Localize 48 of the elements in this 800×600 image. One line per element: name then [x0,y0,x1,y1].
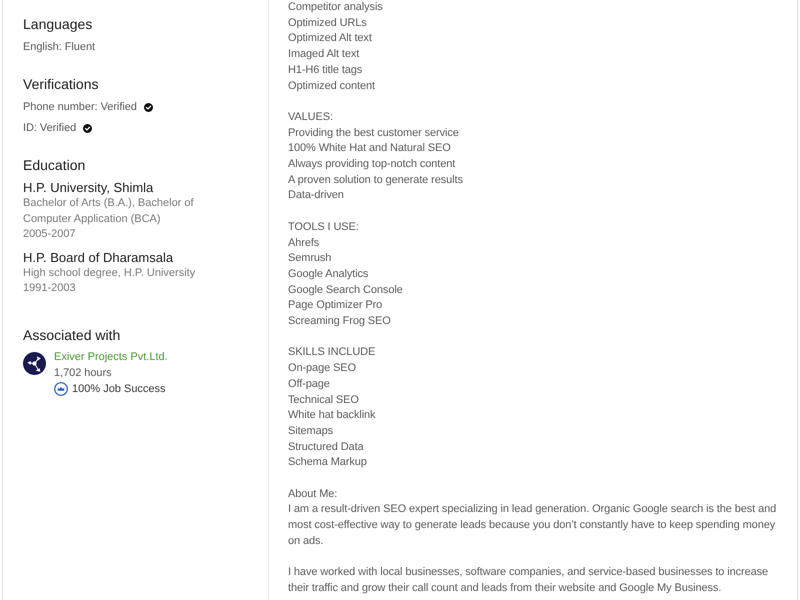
school-name: H.P. University, Shimla [23,179,154,196]
description-line: Google Search Console [288,282,404,298]
verification-text: ID: Verified [23,121,76,136]
section-title: Education [23,156,86,175]
description-line: Screaming Frog SEO [288,314,392,330]
description-line: Ahrefs [288,236,320,251]
description-line: Off-page [288,376,331,392]
description-line: Structured Data [288,440,365,455]
school-name: H.P. Board of Dharamsala [23,248,174,266]
hours-text: 1,702 hours [54,366,113,381]
description-line: Sitemaps [288,424,334,439]
verification-text: Phone number: Verified [23,100,137,115]
description-line: H1-H6 title tags [288,62,364,78]
paragraph-text: I have worked with local businesses, software companies, and service-based businesses to increase their traffic and grow their call count and leads from their website and Google My Business. [288,565,770,596]
description-line: A proven solution to generate results [288,172,464,188]
section-title: Verifications [23,75,100,94]
section-heading: VALUES: [288,110,334,125]
degree-text: Bachelor of Arts (B.A.), Bachelor of Computer Application (BCA) [23,196,195,227]
section-heading: SKILLS INCLUDE [288,345,376,360]
description-line: Imaged Alt text [288,47,360,62]
section-title: Associated with [23,326,122,345]
description-line: Google Analytics [288,266,370,282]
description-line: Optimized content [288,78,376,94]
description-line: On-page SEO [288,361,357,376]
section-heading: TOOLS I USE: [288,220,360,235]
description-line: Competitor analysis [288,0,384,15]
description-line: Providing the best customer service [288,126,460,141]
description-line: 100% White Hat and Natural SEO [288,141,452,156]
degree-text: High school degree, H.P. University [23,266,196,281]
language-text: English: Fluent [23,40,96,55]
description-line: Data-driven [288,188,345,204]
description-line: Always providing top-notch content [288,157,456,172]
description-line: Technical SEO [288,392,360,408]
section-heading: About Me: [288,486,338,502]
section-title: Languages [23,15,94,34]
description-line: Page Optimizer Pro [288,298,384,314]
years-text: 1991-2003 [23,281,77,296]
crown-badge-icon [54,382,68,396]
company-logo-icon [23,352,46,375]
description-line: Optimized Alt text [288,31,373,46]
job-success-text: 100% Job Success [72,382,166,397]
paragraph-text: I am a result-driven SEO expert specializing in lead generation. Organic Google search is the best and most cost-effective way to generate leads because you don’t constantly have to keep spending money on ads. [288,502,778,549]
description-line: Optimized URLs [288,16,368,31]
agency-link[interactable]: Exiver Projects Pvt.Ltd. [54,348,168,365]
description-line: Semrush [288,251,332,266]
years-text: 2005-2007 [23,227,77,242]
description-line: White hat backlink [288,408,376,424]
description-line: Schema Markup [288,455,368,470]
